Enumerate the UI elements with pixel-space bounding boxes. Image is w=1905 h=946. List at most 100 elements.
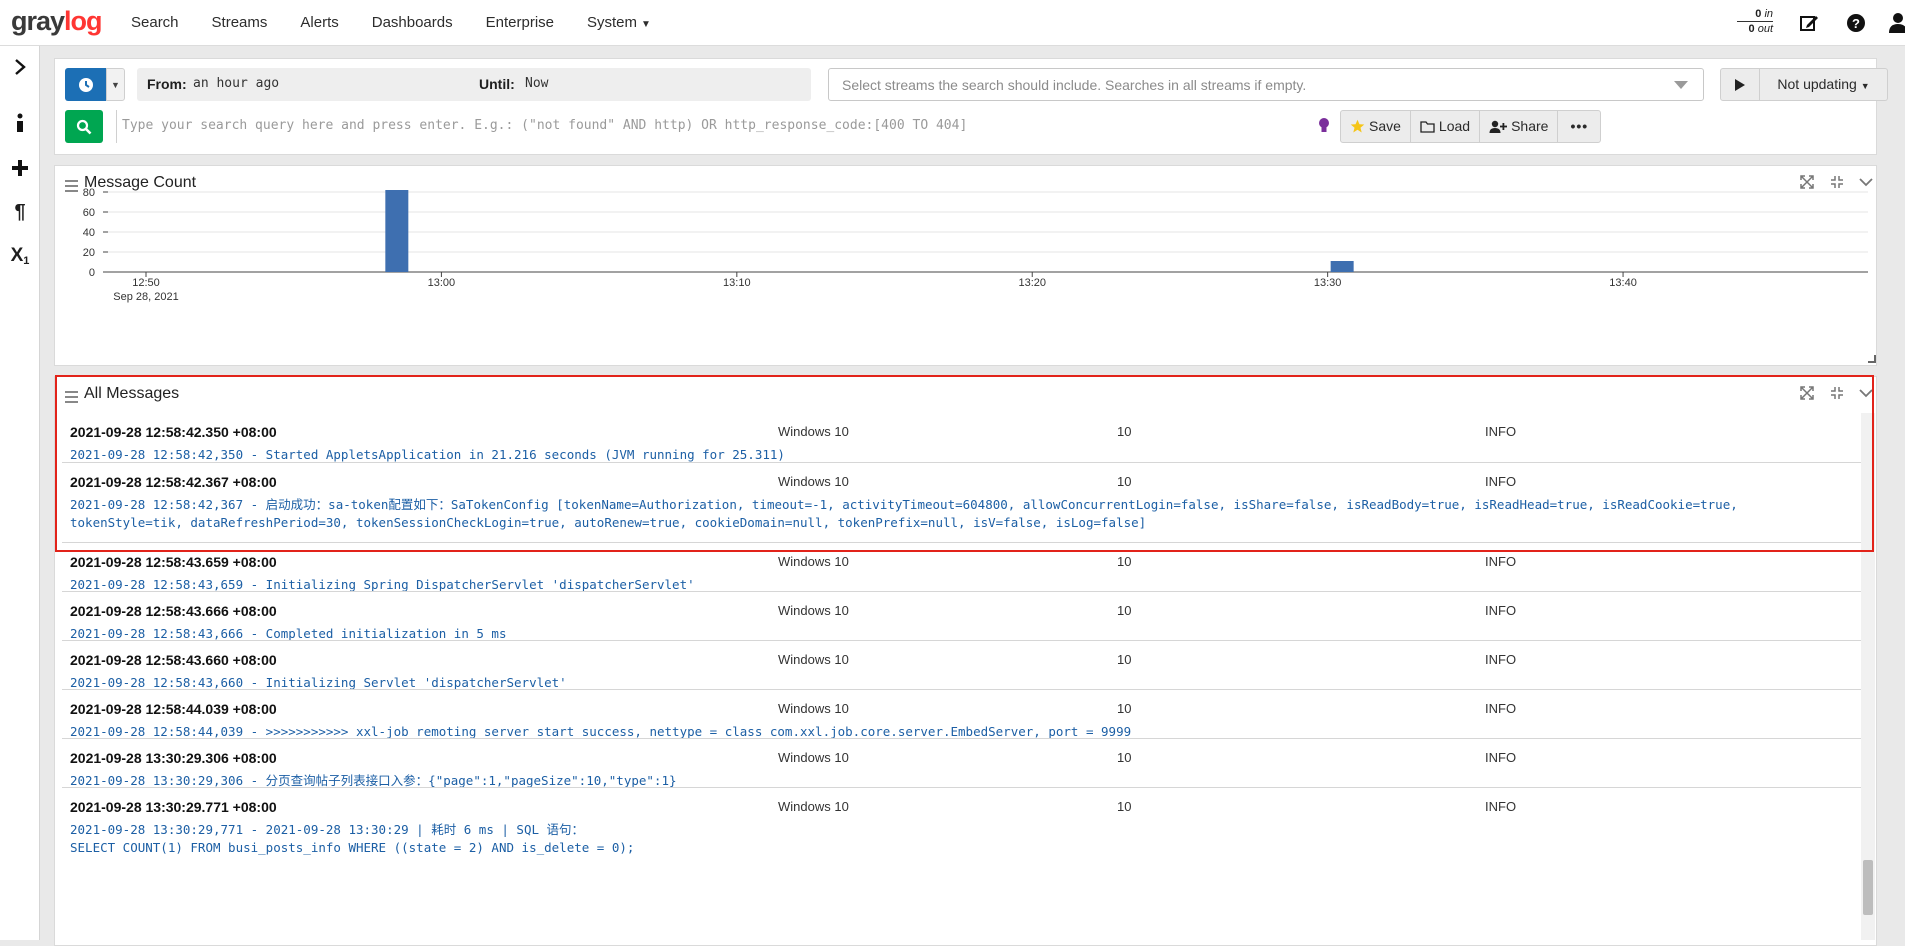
message-count-widget: Message Count 0 20 40 60 80 12:50 Sep 28, 2021… [54,165,1877,366]
nav-item-system[interactable]: System ▼ [587,0,672,46]
scrollbar-thumb[interactable] [1863,860,1873,915]
message-row[interactable]: 2021-09-28 12:58:43.659 +08:00 Windows 10… [62,542,1861,592]
message-count-chart[interactable]: 0 20 40 60 80 12:50 Sep 28, 2021 13:00 13:10 13:2… [55,166,1876,365]
y-tick-label: 80 [83,187,95,199]
message-level-number: 10 [1117,652,1132,667]
nav-item-search[interactable]: Search [131,0,200,46]
streams-placeholder: Select streams the search should include… [842,77,1307,93]
nav-item-enterprise[interactable]: Enterprise [486,0,575,46]
compress-icon[interactable] [1827,383,1847,403]
nav-item-label: Search [131,14,179,31]
message-row[interactable]: 2021-09-28 12:58:42.367 +08:00 Windows 10… [62,462,1861,542]
nav-item-label: System [587,14,638,31]
throughput-out-label: out [1757,23,1773,35]
message-source: Windows 10 [778,474,849,489]
message-timestamp: 2021-09-28 12:58:44.039 +08:00 [70,701,277,717]
x-tick-label: 12:50 [132,277,160,289]
refresh-controls: Not updating ▼ [1720,68,1888,101]
message-level-number: 10 [1117,424,1132,439]
folder-icon [1420,121,1435,133]
chevron-down-icon[interactable] [1856,383,1876,403]
message-source: Windows 10 [778,603,849,618]
message-timestamp: 2021-09-28 12:58:43.659 +08:00 [70,554,277,570]
until-value: Now [525,76,549,91]
message-level: INFO [1485,424,1517,439]
caret-down-icon: ▼ [111,79,120,90]
maximize-icon[interactable] [1797,383,1817,403]
nav-item-label: Streams [211,14,268,31]
nav-item-label: Dashboards [371,14,453,31]
message-row[interactable]: 2021-09-28 13:30:29.771 +08:00 Windows 10… [62,787,1861,855]
throughput-indicator[interactable]: 0 in 0 out [1737,7,1773,36]
x-tick-label: 13:20 [1018,277,1046,289]
message-level: INFO [1485,554,1517,569]
message-timestamp: 2021-09-28 13:30:29.771 +08:00 [70,799,277,815]
save-button[interactable]: Save [1340,110,1411,143]
from-value: an hour ago [193,76,280,91]
streams-select[interactable]: Select streams the search should include… [828,68,1704,101]
message-timestamp: 2021-09-28 12:58:43.666 +08:00 [70,603,277,619]
x-tick-label: 13:00 [428,277,456,289]
nav-item-streams[interactable]: Streams [212,0,289,46]
top-navbar: graylog Search Streams Alerts Dashboards Ent… [0,0,1905,46]
message-list-scrollbar[interactable] [1861,413,1875,940]
chart-bar[interactable] [385,190,409,272]
message-source: Windows 10 [778,424,849,439]
nav-item-dashboards[interactable]: Dashboards [372,0,474,46]
share-button[interactable]: Share [1479,110,1559,143]
subscript-icon[interactable]: X1 [0,241,40,271]
message-source: Windows 10 [778,750,849,765]
message-list: 2021-09-28 12:58:42.350 +08:00 Windows 10… [62,413,1861,940]
message-level-number: 10 [1117,750,1132,765]
message-timestamp: 2021-09-28 12:58:43.660 +08:00 [70,652,277,668]
search-query-input[interactable]: Type your search query here and press en… [116,110,1311,143]
message-level: INFO [1485,701,1517,716]
left-sidebar: ¶ X1 [0,46,40,940]
refresh-interval-dropdown[interactable]: Not updating ▼ [1760,68,1888,101]
message-source: Windows 10 [778,554,849,569]
graylog-logo[interactable]: graylog [11,6,103,37]
message-level: INFO [1485,652,1517,667]
user-icon[interactable] [1885,10,1905,36]
message-source: Windows 10 [778,652,849,667]
resize-handle[interactable] [1868,355,1876,363]
help-icon[interactable]: ? [1843,10,1869,36]
refresh-interval-label: Not updating [1777,76,1857,92]
time-range-dropdown-toggle[interactable]: ▼ [106,68,125,101]
caret-down-icon: ▼ [1860,81,1870,91]
chart-bar[interactable] [1330,261,1354,272]
query-placeholder: Type your search query here and press en… [122,118,968,133]
message-row[interactable]: 2021-09-28 12:58:42.350 +08:00 Windows 10… [62,413,1861,462]
y-tick-label: 40 [83,227,95,239]
message-level-number: 10 [1117,701,1132,716]
load-button[interactable]: Load [1409,110,1481,143]
time-range-display[interactable]: From: an hour ago Until: Now [137,68,811,101]
logo-text-main: gray [11,6,65,36]
message-source: Windows 10 [778,701,849,716]
message-level-number: 10 [1117,474,1132,489]
plus-icon[interactable] [0,153,40,183]
time-range-type-button[interactable] [65,68,106,101]
svg-text:?: ? [1852,16,1860,31]
message-row[interactable]: 2021-09-28 12:58:44.039 +08:00 Windows 10… [62,689,1861,739]
message-row[interactable]: 2021-09-28 12:58:43.660 +08:00 Windows 10… [62,640,1861,690]
load-label: Load [1438,118,1471,134]
user-plus-icon [1489,120,1508,133]
more-actions-button[interactable]: ••• [1557,110,1602,143]
nav-item-alerts[interactable]: Alerts [300,0,359,46]
drag-handle-icon[interactable] [65,391,78,406]
paragraph-icon[interactable]: ¶ [0,197,40,227]
x-tick-label: 13:40 [1609,277,1637,289]
search-button[interactable] [65,110,103,143]
chevron-right-icon[interactable] [0,52,40,82]
lightbulb-icon[interactable] [1318,117,1330,137]
edit-icon[interactable] [1796,10,1822,36]
message-text: 2021-09-28 12:58:42,367 - 启动成功：sa-token配… [70,497,1746,530]
message-row[interactable]: 2021-09-28 12:58:43.666 +08:00 Windows 10… [62,591,1861,641]
y-tick-label: 20 [83,247,95,259]
message-row[interactable]: 2021-09-28 13:30:29.306 +08:00 Windows 10… [62,738,1861,788]
play-button[interactable] [1720,68,1760,101]
info-icon[interactable] [0,108,40,138]
throughput-out-count: 0 [1748,23,1755,35]
share-label: Share [1511,118,1549,134]
